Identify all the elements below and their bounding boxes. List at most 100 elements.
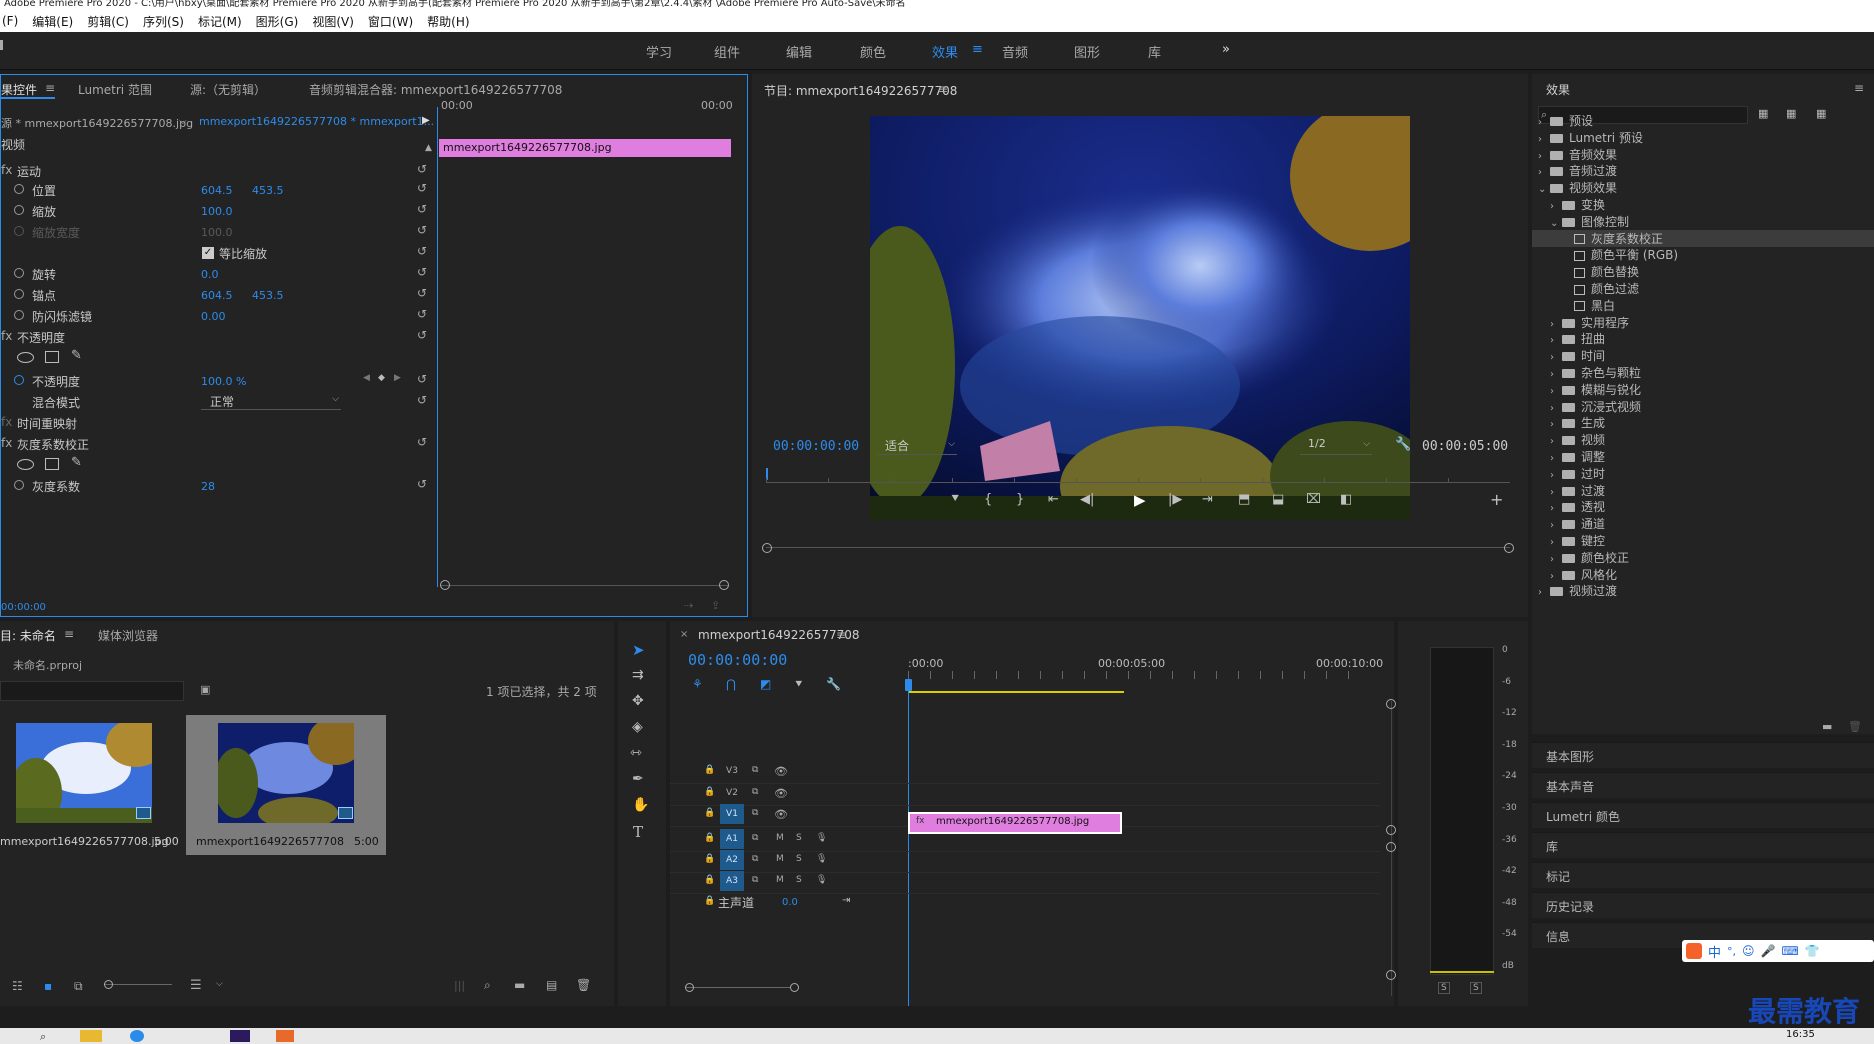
freeform-view-icon[interactable]: ⧉ — [74, 979, 83, 994]
chevron-down-icon[interactable]: ⌄ — [1538, 184, 1550, 195]
step-back-icon[interactable]: ◀| — [1080, 492, 1094, 507]
stopwatch-icon[interactable] — [14, 375, 24, 385]
zoom-handle-left[interactable] — [762, 543, 772, 553]
chevron-right-icon[interactable]: › — [1550, 503, 1562, 514]
h-scroll-handle[interactable] — [790, 983, 799, 992]
list-view-icon[interactable]: ☷ — [12, 979, 23, 993]
fit-select[interactable]: 适合 ⌵ — [877, 437, 957, 455]
lock-icon[interactable]: 🔒 — [704, 896, 715, 906]
menu-item[interactable]: 剪辑(C) — [87, 13, 129, 30]
effects-tree-item[interactable]: ⌄ 视频效果 — [1532, 179, 1874, 196]
effects-tree-item[interactable]: › 变换 — [1532, 196, 1874, 213]
icon-view-icon[interactable]: ▪ — [44, 979, 52, 993]
lock-icon[interactable]: 🔒 — [704, 875, 715, 885]
workspace-tab[interactable]: 效果 — [932, 42, 958, 61]
zoom-handle-right[interactable] — [1504, 543, 1514, 553]
type-tool-icon[interactable]: T — [633, 823, 643, 841]
lock-icon[interactable]: 🔒 — [704, 765, 715, 775]
rectangle-mask-icon[interactable] — [45, 351, 59, 363]
effects-tree-item[interactable]: 黑白 — [1532, 297, 1874, 314]
lock-icon[interactable]: 🔒 — [704, 833, 715, 843]
clip-bar[interactable]: mmexport1649226577708.jpg — [439, 139, 731, 157]
effects-tree-item[interactable]: › 生成 — [1532, 414, 1874, 431]
mute-button[interactable]: M — [776, 833, 784, 843]
antiflicker-value[interactable]: 0.00 — [201, 310, 226, 323]
filter-icon[interactable]: ⇢ — [684, 599, 693, 612]
pen-mask-icon[interactable]: ✎ — [71, 455, 82, 470]
chevron-right-icon[interactable]: › — [1550, 453, 1562, 464]
chevron-right-icon[interactable]: › — [1550, 386, 1562, 397]
lock-icon[interactable]: 🔒 — [704, 854, 715, 864]
lock-icon[interactable]: 🔒 — [704, 787, 715, 797]
play-triangle-icon[interactable]: ▶ — [422, 115, 430, 126]
workspace-tab[interactable]: 库 — [1148, 42, 1161, 61]
trash-icon[interactable]: 🗑 — [1848, 720, 1862, 733]
work-area-bar[interactable] — [908, 691, 1124, 693]
scroll-up-icon[interactable]: ▲ — [425, 143, 432, 153]
reset-icon[interactable]: ↺ — [417, 203, 429, 215]
sync-lock-icon[interactable]: ⧉ — [752, 808, 758, 818]
file-explorer-icon[interactable] — [80, 1030, 102, 1042]
timeline-timecode[interactable]: 00:00:00:00 — [688, 651, 787, 669]
wrench-icon[interactable]: 🔧 — [826, 677, 841, 691]
project-item-thumb[interactable] — [10, 719, 166, 828]
hand-tool-icon[interactable]: ✋ — [632, 797, 649, 813]
effects-tree-item[interactable]: › 预设 — [1532, 112, 1874, 129]
tab-effect-controls[interactable]: 果控件 — [1, 81, 37, 98]
meter-solo-right[interactable]: S — [1470, 982, 1482, 994]
panel-menu-icon[interactable]: ≡ — [45, 81, 55, 95]
scale-value[interactable]: 100.0 — [201, 205, 233, 218]
sync-lock-icon[interactable]: ⧉ — [752, 854, 758, 864]
stopwatch-icon[interactable] — [14, 310, 24, 320]
reset-icon[interactable]: ↺ — [417, 308, 429, 320]
panel-menu-icon[interactable]: ≡ — [938, 82, 948, 96]
sort-icon[interactable]: ☰ — [190, 978, 202, 993]
reset-icon[interactable]: ↺ — [417, 182, 429, 194]
add-marker-icon[interactable]: ⯆ — [950, 492, 960, 507]
playhead-handle[interactable] — [905, 679, 912, 691]
linked-selection-icon[interactable]: ◩ — [760, 677, 771, 691]
add-keyframe-icon[interactable]: ◆ — [378, 373, 385, 383]
effects-tree-item[interactable]: › 杂色与颗粒 — [1532, 364, 1874, 381]
project-item-thumb[interactable] — [214, 717, 364, 829]
effects-tree-item[interactable]: 颜色过滤 — [1532, 280, 1874, 297]
chevron-down-icon[interactable]: ⌵ — [216, 979, 223, 989]
effects-tree-item[interactable]: 颜色平衡 (RGB) — [1532, 246, 1874, 263]
effects-tree-item[interactable]: 颜色替换 — [1532, 263, 1874, 280]
mark-in-icon[interactable]: { — [984, 492, 992, 507]
reset-icon[interactable]: ↺ — [417, 163, 429, 175]
menu-item[interactable]: 图形(G) — [256, 13, 299, 30]
tab-project[interactable]: 目: 未命名 — [0, 627, 56, 644]
chevron-right-icon[interactable]: › — [1550, 352, 1562, 363]
workspace-tab[interactable]: 编辑 — [786, 42, 812, 61]
side-panel-header[interactable]: 基本图形 — [1532, 742, 1874, 768]
browser-icon[interactable] — [130, 1030, 144, 1042]
anchor-y-value[interactable]: 453.5 — [252, 289, 284, 302]
quality-select[interactable]: 1/2 ⌵ — [1300, 437, 1372, 455]
effects-tree-item[interactable]: › 视频过渡 — [1532, 582, 1874, 599]
effects-tree-item[interactable]: › 扭曲 — [1532, 330, 1874, 347]
sync-lock-icon[interactable]: ⧉ — [752, 787, 758, 797]
chevron-right-icon[interactable]: › — [1550, 554, 1562, 565]
chevron-right-icon[interactable]: › — [1550, 201, 1562, 212]
reset-icon[interactable]: ↺ — [417, 245, 429, 257]
mic-icon[interactable]: 🎙 — [816, 833, 827, 843]
chevron-right-icon[interactable]: › — [1550, 436, 1562, 447]
rotation-value[interactable]: 0.0 — [201, 268, 219, 281]
sync-lock-icon[interactable]: ⧉ — [752, 875, 758, 885]
reset-icon[interactable]: ↺ — [417, 287, 429, 299]
effects-tree-item[interactable]: › 键控 — [1532, 532, 1874, 549]
eye-icon[interactable]: 👁 — [774, 787, 788, 800]
stopwatch-icon[interactable] — [14, 205, 24, 215]
position-y-value[interactable]: 453.5 — [252, 184, 284, 197]
effects-tree-item[interactable]: › 沉浸式视频 — [1532, 398, 1874, 415]
track-select-tool-icon[interactable]: ⇉ — [632, 667, 644, 683]
reset-icon[interactable]: ↺ — [417, 373, 429, 385]
go-to-out-icon[interactable]: ⇥ — [1202, 492, 1213, 507]
chevron-right-icon[interactable]: › — [1550, 520, 1562, 531]
timeline-clip[interactable]: fx mmexport1649226577708.jpg — [908, 812, 1122, 834]
lock-icon[interactable]: 🔒 — [704, 808, 715, 818]
menu-item[interactable]: (F) — [2, 14, 18, 28]
effects-tree-item[interactable]: › 音频效果 — [1532, 146, 1874, 163]
new-item-icon[interactable]: ▤ — [546, 978, 557, 992]
